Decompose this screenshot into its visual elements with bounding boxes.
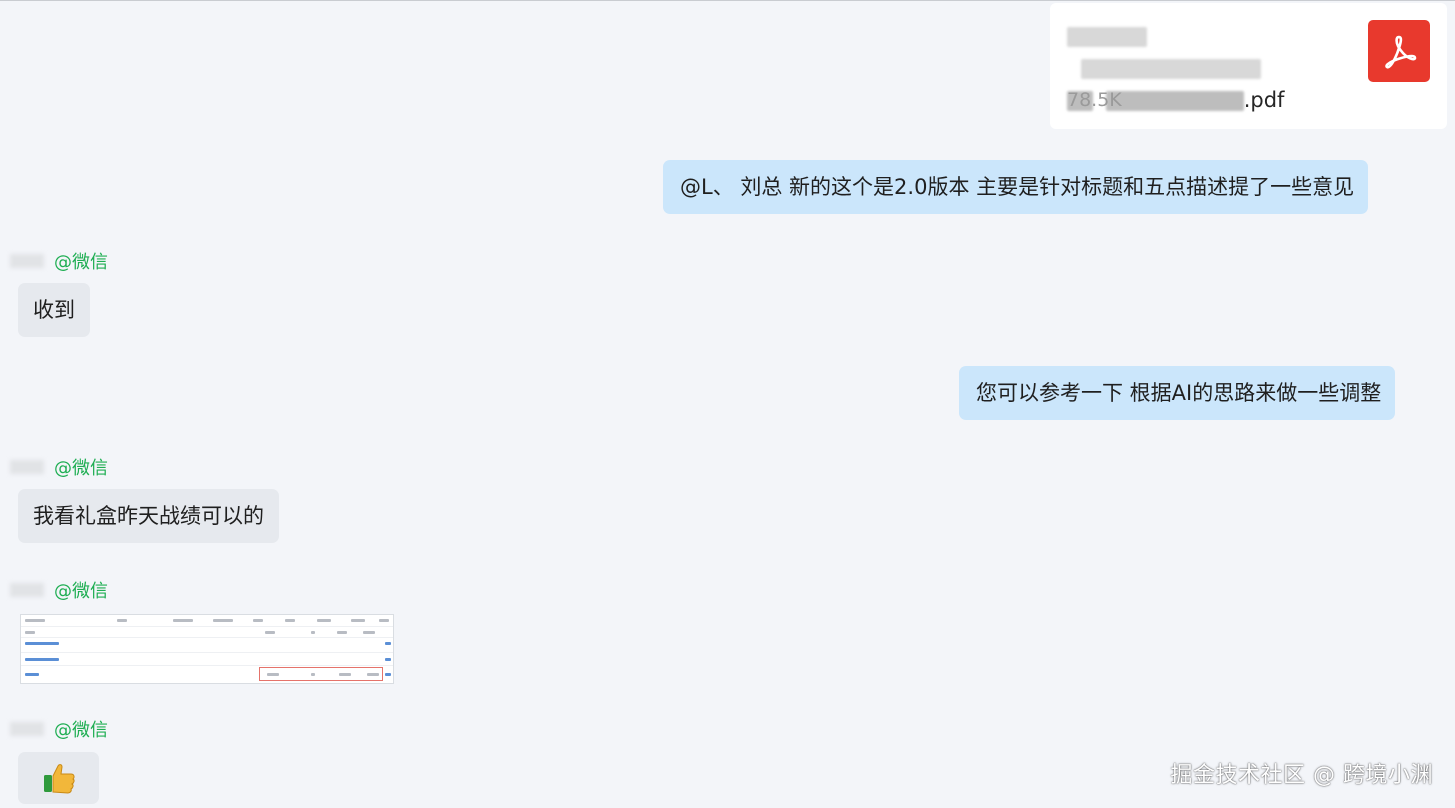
thumb-cell [285, 619, 295, 622]
blurred-sender-name [10, 254, 44, 268]
thumb-cell [117, 619, 127, 622]
incoming-message[interactable]: 收到 [18, 283, 90, 337]
thumb-cell [337, 631, 347, 634]
incoming-message[interactable]: 我看礼盒昨天战绩可以的 [18, 489, 279, 543]
pdf-file-message[interactable]: .pdf 78.5K [1050, 3, 1447, 129]
pdf-extension: .pdf [1243, 88, 1285, 112]
outgoing-message[interactable]: 您可以参考一下 根据AI的思路来做一些调整 [959, 366, 1396, 420]
thumb-row-line [21, 652, 393, 653]
pdf-file-size: 78.5K [1067, 89, 1122, 111]
thumbs-up-icon [43, 764, 75, 794]
watermark: 掘金技术社区 @ 跨境小渊 [1170, 763, 1433, 788]
thumb-cell [213, 619, 233, 622]
sender-tag: @微信 [54, 458, 108, 479]
thumb-cell [25, 642, 59, 645]
thumb-cell [25, 631, 35, 634]
sender-label: @微信 [10, 579, 108, 602]
thumb-row-line [21, 626, 393, 627]
sender-label: @微信 [10, 456, 108, 479]
pdf-icon [1368, 20, 1430, 82]
blurred-filename-part [1105, 91, 1244, 111]
sender-tag: @微信 [54, 252, 108, 273]
thumb-cell [311, 631, 315, 634]
thumb-highlight-box [259, 667, 383, 681]
thumb-cell [317, 619, 331, 622]
blurred-filename-part [1067, 27, 1147, 47]
outgoing-message[interactable]: @L、 刘总 新的这个是2.0版本 主要是针对标题和五点描述提了一些意见 [663, 160, 1369, 214]
spreadsheet-image-message[interactable] [20, 614, 394, 684]
blurred-sender-name [10, 460, 44, 474]
thumb-row-line [21, 665, 393, 666]
thumbs-up-message[interactable] [18, 752, 99, 804]
sender-label: @微信 [10, 250, 108, 273]
sender-tag: @微信 [54, 581, 108, 602]
sender-label: @微信 [10, 718, 108, 741]
thumb-cell [253, 619, 263, 622]
thumb-cell [379, 619, 389, 622]
thumb-cell [25, 619, 45, 622]
thumb-cell [385, 658, 391, 661]
sender-tag: @微信 [54, 720, 108, 741]
thumb-cell [385, 673, 391, 676]
thumb-row-line [21, 637, 393, 638]
thumb-cell [363, 631, 375, 634]
thumb-cell [385, 642, 391, 645]
blurred-sender-name [10, 583, 44, 597]
thumb-cell [351, 619, 365, 622]
thumb-cell [265, 631, 275, 634]
thumb-cell [25, 673, 39, 676]
blurred-sender-name [10, 722, 44, 736]
thumb-cell [173, 619, 193, 622]
thumb-cell [25, 658, 59, 661]
top-divider [0, 0, 1455, 1]
blurred-filename-part [1081, 59, 1261, 79]
